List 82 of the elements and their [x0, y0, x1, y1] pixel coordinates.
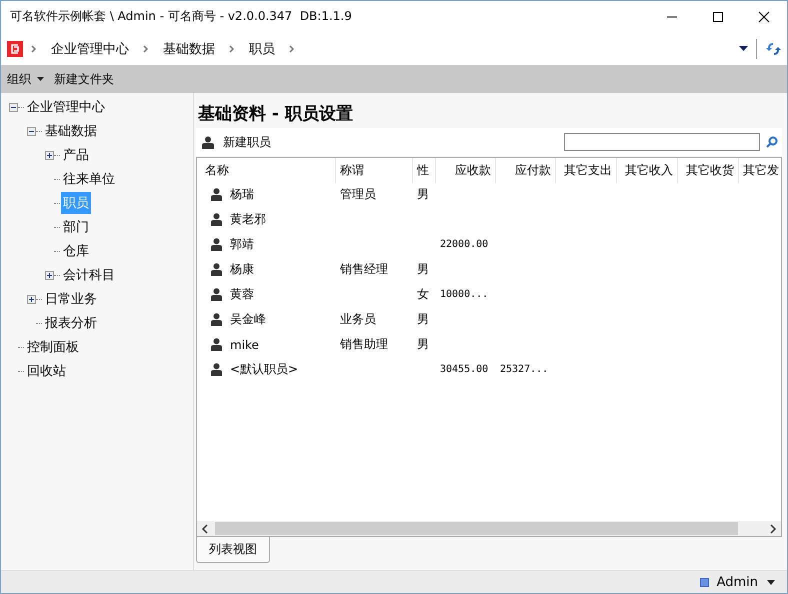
window-title: 可名软件示例帐套 \ Admin - 可名商号 - v2.0.0.347 DB:1.1.9: [10, 8, 353, 25]
table-cell: 杨康: [230, 261, 254, 278]
chevron-icon: [143, 44, 149, 52]
person-icon: [211, 338, 222, 351]
scroll-left-icon[interactable]: [201, 524, 209, 534]
table-cell: 22000.00: [440, 239, 488, 250]
person-icon: [211, 263, 222, 276]
organize-menu-button[interactable]: 组织: [7, 70, 44, 88]
tree-item[interactable]: 回收站: [25, 360, 68, 382]
tree-item[interactable]: 企业管理中心: [25, 96, 107, 118]
column-header[interactable]: 应付款: [496, 158, 556, 183]
expand-icon[interactable]: [27, 294, 36, 304]
column-header[interactable]: 性: [413, 158, 436, 183]
table-cell: 杨瑞: [230, 186, 254, 203]
expand-icon[interactable]: [45, 270, 54, 280]
table-cell: 销售助理: [340, 336, 388, 353]
dropdown-icon[interactable]: [739, 46, 748, 51]
person-icon: [211, 363, 222, 376]
table-cell: 黄老邪: [230, 211, 266, 228]
scroll-right-icon[interactable]: [769, 524, 777, 534]
refresh-icon[interactable]: [765, 40, 781, 56]
new-folder-button[interactable]: 新建文件夹: [54, 70, 114, 88]
table-cell: 男: [417, 186, 429, 203]
person-icon: [211, 213, 222, 226]
chevron-icon: [31, 44, 37, 52]
person-icon: [211, 188, 222, 201]
view-tab[interactable]: 列表视图: [196, 537, 270, 563]
tree-item[interactable]: 往来单位: [61, 168, 117, 190]
column-header[interactable]: 其它收货: [678, 158, 739, 183]
horizontal-scrollbar[interactable]: [197, 521, 781, 536]
table-cell: 25327...: [500, 364, 548, 375]
maximize-icon: [712, 10, 724, 22]
collapse-icon[interactable]: [27, 126, 36, 136]
breadcrumb-item[interactable]: 企业管理中心: [51, 40, 129, 58]
chevron-icon: [289, 44, 295, 52]
table-cell: <默认职员>: [230, 361, 298, 378]
collapse-icon[interactable]: [9, 102, 18, 112]
tree-item[interactable]: 控制面板: [25, 336, 81, 358]
table-cell: 女: [417, 286, 429, 303]
table-cell: 销售经理: [340, 261, 388, 278]
table-cell: 男: [417, 336, 429, 353]
tree-item[interactable]: 报表分析: [43, 312, 99, 334]
table-cell: 黄蓉: [230, 286, 254, 303]
column-header[interactable]: 其它支出: [556, 158, 617, 183]
person-icon: [211, 288, 222, 301]
column-header[interactable]: 其它发: [739, 158, 781, 183]
chevron-icon: [229, 44, 235, 52]
person-icon: [211, 238, 222, 251]
column-header[interactable]: 称谓: [336, 158, 413, 183]
new-employee-button[interactable]: 新建职员: [202, 134, 271, 150]
caret-icon: [37, 77, 44, 81]
person-icon: [202, 136, 214, 148]
page-heading: 基础资料 - 职员设置: [198, 103, 354, 126]
search-field[interactable]: [564, 133, 760, 151]
table-cell: 30455.00: [440, 364, 488, 375]
column-header[interactable]: 其它收入: [617, 158, 678, 183]
user-status-icon: [700, 578, 709, 586]
column-header[interactable]: 应收款: [436, 158, 496, 183]
person-icon: [211, 313, 222, 326]
table-cell: mike: [230, 338, 259, 352]
table-cell: 男: [417, 261, 429, 278]
tree-item[interactable]: 产品: [61, 144, 91, 166]
column-header[interactable]: 名称: [201, 158, 336, 183]
expand-icon[interactable]: [45, 150, 54, 160]
table-cell: 郭靖: [230, 236, 254, 253]
close-icon: [758, 10, 770, 22]
table-cell: 男: [417, 311, 429, 328]
table-cell: 业务员: [340, 311, 376, 328]
table-cell: 吴金峰: [230, 311, 266, 328]
tree-item[interactable]: 基础数据: [43, 120, 99, 142]
tree-item[interactable]: 部门: [61, 216, 91, 238]
tree-item[interactable]: 日常业务: [43, 288, 99, 310]
tree-item[interactable]: 仓库: [61, 240, 91, 262]
table-cell: 管理员: [340, 186, 376, 203]
tree-item[interactable]: 会计科目: [61, 264, 117, 286]
logo-icon: [7, 40, 23, 56]
user-menu-button[interactable]: Admin: [716, 574, 775, 590]
search-icon[interactable]: [766, 136, 778, 148]
breadcrumb-item[interactable]: 职员: [249, 40, 275, 58]
breadcrumb-item[interactable]: 基础数据: [163, 40, 215, 58]
caret-icon: [767, 580, 775, 584]
table-cell: 10000...: [440, 289, 488, 300]
